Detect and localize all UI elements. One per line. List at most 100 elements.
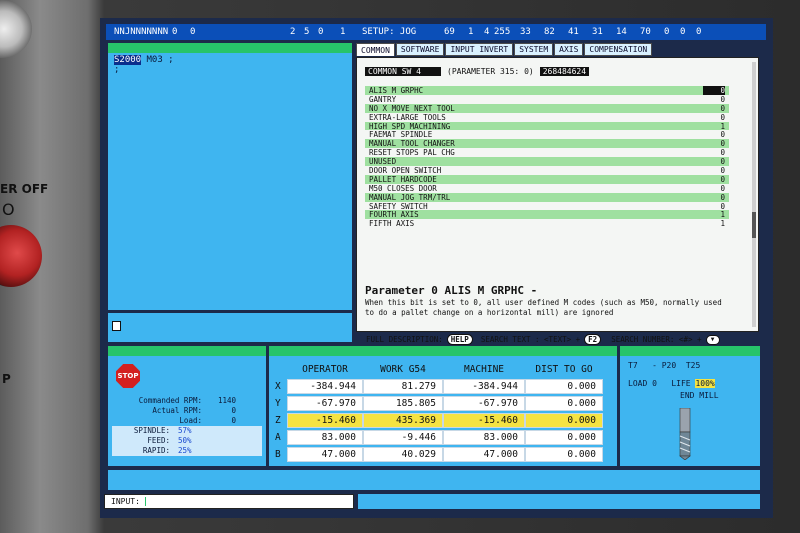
commanded-rpm-value: 1140 <box>217 396 236 405</box>
tool-panel: T7 - P20 T25 LOAD 0 LIFE 100% END MILL <box>620 346 760 466</box>
selector-knob[interactable] <box>0 0 32 58</box>
work-value: 40.029 <box>363 447 443 462</box>
tab-common[interactable]: COMMON <box>356 43 395 56</box>
parameter-value: 268484624 <box>539 67 590 76</box>
program-footer-panel <box>108 313 352 342</box>
program-panel[interactable]: S2000 M03 ; ; <box>108 43 352 310</box>
parameter-row[interactable]: M50 CLOSES DOOR 0 <box>365 184 729 193</box>
operator-header: OPERATOR <box>302 364 348 375</box>
tab-axis[interactable]: AXIS <box>554 43 584 56</box>
parameter-name: M50 CLOSES DOOR <box>369 183 437 193</box>
spindle-override-value: 57% <box>178 426 192 435</box>
spindle-panel-header <box>108 346 266 356</box>
parameter-row[interactable]: DOOR OPEN SWITCH 0 <box>365 166 729 175</box>
work-value: 185.805 <box>363 396 443 411</box>
axis-label: X <box>275 381 281 392</box>
stop-sign-icon: STOP <box>116 364 140 388</box>
machine-value: 83.000 <box>443 430 525 445</box>
parameter-row[interactable]: FOURTH AXIS 1 <box>365 210 729 219</box>
parameter-name: FIFTH AXIS <box>369 219 415 229</box>
power-off-label: ER OFF <box>0 182 49 196</box>
operator-value: -384.944 <box>287 379 363 394</box>
tool-number: T7 <box>628 361 638 370</box>
status-value: 0 <box>664 27 670 37</box>
parameter-name: HIGH SPD MACHINING <box>369 121 451 131</box>
tab-system[interactable]: SYSTEM <box>514 43 554 56</box>
status-value: 69 <box>444 27 455 37</box>
load-label: Load: <box>179 416 202 425</box>
help-key[interactable]: HELP <box>446 334 473 345</box>
settings-scrollbar[interactable] <box>752 62 756 327</box>
parameter-row[interactable]: PALLET HARDCODE 0 <box>365 174 729 184</box>
status-value: 41 <box>568 27 579 37</box>
settings-tabs: COMMON SOFTWARE INPUT INVERT SYSTEM AXIS… <box>356 43 653 57</box>
search-text-label: SEARCH TEXT : <TEXT> + <box>480 335 581 344</box>
settings-panel: COMMON SW 4 (PARAMETER 315: 0) 268484624… <box>356 57 759 332</box>
tool-life-value: 100% <box>695 379 715 388</box>
status-value: 33 <box>520 27 531 37</box>
parameter-name: RESET STOPS PAL CHG <box>369 148 455 158</box>
help-row: FULL DESCRIPTION: HELP SEARCH TEXT : <TE… <box>366 334 720 345</box>
parameter-row[interactable]: ALIS M GRPHC 0 <box>365 86 729 95</box>
parameter-row[interactable]: SAFETY SWITCH 0 <box>365 202 729 211</box>
status-bar: NNJNNNNNNN 0 0 2 5 0 1 SETUP: JOG 69 1 4… <box>106 24 766 40</box>
parameter-value: 1 <box>720 121 725 131</box>
program-cursor[interactable]: S2000 <box>114 55 142 65</box>
parameter-row[interactable]: UNUSED 0 <box>365 157 729 166</box>
axis-label: A <box>275 432 281 443</box>
parameter-value: 0 <box>720 192 725 202</box>
parameter-row[interactable]: FIFTH AXIS 1 <box>365 219 729 228</box>
parameter-ref: (PARAMETER 315: 0) <box>447 67 534 76</box>
parameter-row[interactable]: RESET STOPS PAL CHG 0 <box>365 148 729 157</box>
work-value: 81.279 <box>363 379 443 394</box>
arrow-down-icon[interactable]: ▼ <box>705 334 720 345</box>
tab-compensation[interactable]: COMPENSATION <box>584 43 653 56</box>
parameter-value: 0 <box>720 103 725 113</box>
program-line[interactable]: S2000 M03 ; <box>114 55 174 65</box>
tab-software[interactable]: SOFTWARE <box>395 43 445 56</box>
program-line[interactable]: ; <box>114 65 174 75</box>
tab-input-invert[interactable]: INPUT INVERT <box>445 43 514 56</box>
input-status-bar <box>358 494 760 509</box>
machine-header: MACHINE <box>463 364 505 375</box>
parameter-name: GANTRY <box>369 94 397 104</box>
axis-label: Y <box>275 398 281 409</box>
rapid-override-value: 25% <box>178 446 192 455</box>
f2-key[interactable]: F2 <box>584 334 602 345</box>
feed-override-label: FEED: <box>147 436 170 445</box>
actual-rpm-label: Actual RPM: <box>152 406 202 415</box>
parameter-row[interactable]: NO X MOVE NEXT TOOL 0 <box>365 103 729 113</box>
parameter-row[interactable]: MANUAL TOOL CHANGER 0 <box>365 139 729 148</box>
parameter-row[interactable]: GANTRY 0 <box>365 95 729 104</box>
override-list: SPINDLE: 57% FEED: 50% RAPID: 25% <box>112 426 262 456</box>
parameter-row[interactable]: HIGH SPD MACHINING 1 <box>365 121 729 131</box>
parameter-row[interactable]: FAEMAT SPINDLE 0 <box>365 130 729 140</box>
tool-slot: T25 <box>685 361 701 370</box>
status-value: 14 <box>616 27 627 37</box>
status-value: 0 <box>318 27 324 37</box>
parameter-row[interactable]: MANUAL JOG TRM/TRL 0 <box>365 192 729 202</box>
parameter-row[interactable]: EXTRA-LARGE TOOLS 0 <box>365 113 729 122</box>
machine-value: -15.460 <box>443 413 525 428</box>
power-zero-label: O <box>2 200 15 219</box>
status-value: 82 <box>544 27 555 37</box>
parameter-value: 0 <box>720 157 725 167</box>
parameter-selector: COMMON SW 4 (PARAMETER 315: 0) 268484624 <box>365 67 590 76</box>
commanded-rpm-label: Commanded RPM: <box>138 396 202 405</box>
full-description-label: FULL DESCRIPTION: <box>366 335 443 344</box>
positions-header-row: OPERATOR WORK G54 MACHINE DIST TO GO <box>275 361 613 378</box>
tool-panel-header <box>620 346 760 356</box>
scrollbar-thumb[interactable] <box>752 212 756 238</box>
tool-type: END MILL <box>680 391 719 400</box>
axis-label: Z <box>275 415 281 426</box>
axis-label: B <box>275 449 281 460</box>
common-sw-selector[interactable]: COMMON SW 4 <box>365 67 441 76</box>
input-label: INPUT: <box>111 497 140 506</box>
program-line-text: M03 ; <box>141 55 174 65</box>
parameter-value: 1 <box>720 219 725 229</box>
input-field[interactable]: INPUT: <box>104 494 354 509</box>
emergency-stop-button[interactable] <box>0 225 42 287</box>
parameter-value: 1 <box>720 210 725 220</box>
parameter-name: PALLET HARDCODE <box>369 174 437 184</box>
floppy-icon <box>112 321 121 331</box>
